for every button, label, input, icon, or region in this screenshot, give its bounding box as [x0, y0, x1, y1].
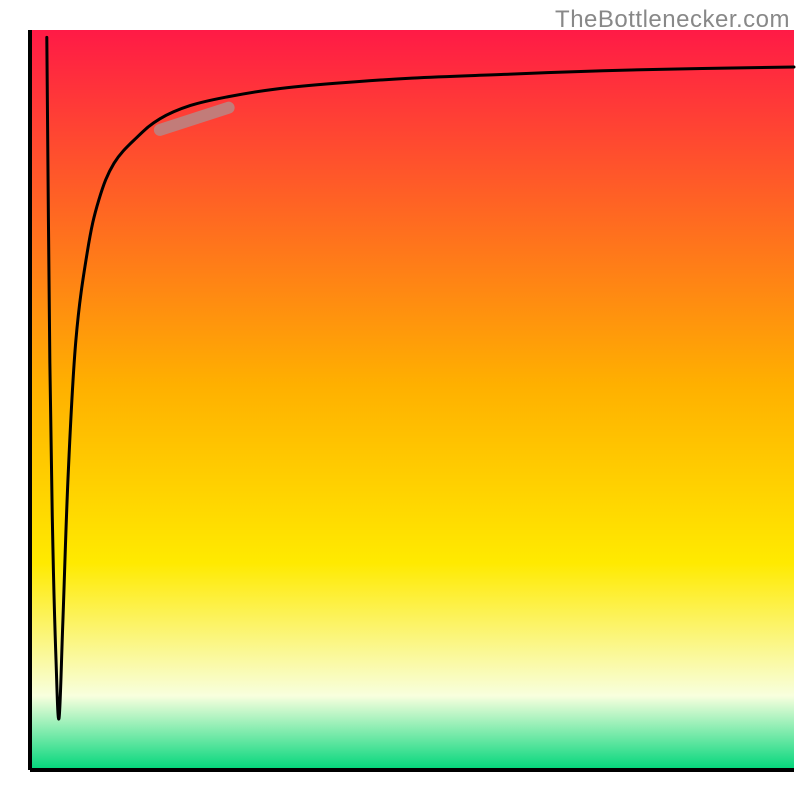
chart-container: TheBottlenecker.com	[0, 0, 800, 800]
plot-background	[30, 30, 794, 770]
chart-svg	[0, 0, 800, 800]
watermark-text: TheBottlenecker.com	[555, 6, 790, 34]
